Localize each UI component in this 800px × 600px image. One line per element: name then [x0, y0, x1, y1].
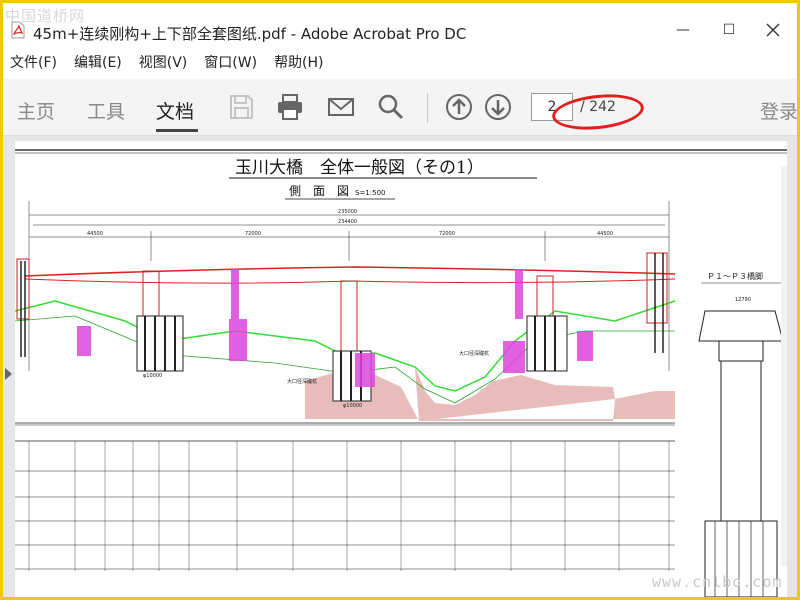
page-down-icon[interactable]	[484, 93, 512, 121]
side-view-title: Ｐ１～Ｐ３橋脚	[707, 271, 763, 281]
page-up-icon[interactable]	[445, 93, 473, 121]
active-tab-indicator	[156, 129, 198, 132]
tab-tools[interactable]: 工具	[87, 97, 125, 124]
page-scrollbar[interactable]	[781, 166, 787, 566]
close-button[interactable]	[753, 17, 793, 43]
title-bar: 中国道桥网 45m+连续刚构+上下部全套图纸.pdf - Adobe Acrob…	[3, 3, 797, 47]
tab-document[interactable]: 文档	[156, 97, 194, 124]
tab-home[interactable]: 主页	[17, 97, 55, 124]
span-dim-4: 44500	[597, 231, 613, 237]
foundation-label-left: 大口径深礎杭	[287, 378, 317, 385]
span-dim-3: 72000	[439, 231, 455, 237]
minimize-icon: —	[676, 22, 690, 38]
save-icon[interactable]	[227, 93, 255, 121]
pier-a2	[646, 252, 668, 353]
menu-edit[interactable]: 编辑(E)	[73, 50, 123, 74]
left-panel-toggle-icon[interactable]	[5, 368, 12, 380]
maximize-icon: ☐	[722, 22, 736, 38]
foundation-label-right: 大口径深礎杭	[459, 350, 489, 357]
drawing-subtitle: 側 面 図	[289, 184, 349, 198]
pier-p2: φ10000	[332, 280, 372, 409]
pdf-page: 玉川大橋 全体一般図（その1） 側 面 図 S=1:500 235000 234…	[14, 141, 787, 597]
print-icon[interactable]	[276, 93, 304, 121]
menu-bar: 文件(F) 编辑(E) 视图(V) 窗口(W) 帮助(H)	[3, 49, 797, 75]
menu-file[interactable]: 文件(F)	[9, 50, 58, 74]
engineering-drawing: 玉川大橋 全体一般図（その1） 側 面 図 S=1:500 235000 234…	[14, 149, 787, 597]
pier-p1-pile-label: φ10000	[143, 373, 162, 379]
menu-help[interactable]: 帮助(H)	[273, 50, 324, 74]
app-window: 中国道桥网 45m+连续刚构+上下部全套图纸.pdf - Adobe Acrob…	[3, 3, 797, 597]
maximize-button[interactable]: ☐	[709, 17, 749, 43]
document-view[interactable]: 玉川大橋 全体一般図（その1） 側 面 図 S=1:500 235000 234…	[3, 136, 797, 597]
menu-view[interactable]: 视图(V)	[138, 50, 189, 74]
watermark-url: www.cnlbo.com	[652, 573, 783, 591]
pier-p2-pile-label: φ10000	[343, 403, 362, 409]
login-link[interactable]: 登录	[760, 97, 797, 124]
toolbar-separator	[427, 93, 428, 123]
inner-length-dim: 234400	[338, 219, 357, 225]
toolbar: 主页 工具 文档 2 / 242 登录	[3, 79, 797, 136]
side-width-dim: 12790	[735, 297, 751, 303]
menu-window[interactable]: 窗口(W)	[203, 50, 258, 74]
close-icon	[766, 23, 780, 37]
total-length-dim: 235000	[338, 209, 357, 215]
pdf-file-icon	[11, 21, 25, 39]
search-icon[interactable]	[377, 93, 405, 121]
span-dim-1: 44500	[87, 231, 103, 237]
span-dim-2: 72000	[245, 231, 261, 237]
drawing-title: 玉川大橋 全体一般図（その1）	[235, 158, 484, 178]
pier-p3	[526, 275, 568, 372]
window-title: 45m+连续刚构+上下部全套图纸.pdf - Adobe Acrobat Pro…	[33, 25, 467, 43]
drawing-scale: S=1:500	[355, 189, 385, 197]
minimize-button[interactable]: —	[663, 17, 703, 43]
email-icon[interactable]	[327, 93, 355, 121]
pier-p1: φ10000	[136, 270, 184, 379]
